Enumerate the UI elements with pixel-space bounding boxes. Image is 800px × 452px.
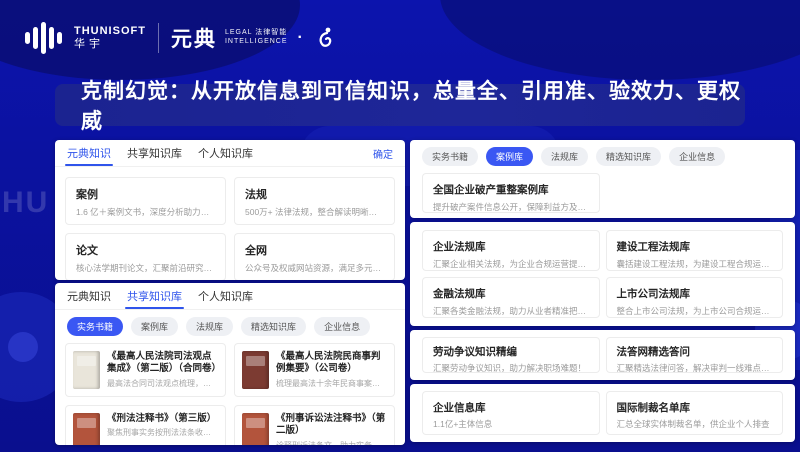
library-card-sanctions-list[interactable]: 国际制裁名单库 汇总全球实体制裁名单，供企业个人排查 [605, 391, 783, 435]
card-desc: 汇聚各类金融法规，助力从业者精准把握行业规范 [433, 306, 589, 316]
card-title: 劳动争议知识精编 [433, 346, 517, 358]
background-circle [8, 332, 38, 362]
product-tagline-1: LEGAL 法律智能 [224, 29, 288, 37]
card-title: 国际制裁名单库 [616, 402, 691, 414]
book-desc: 聚焦刑事实务按刑法法条收录相关文件及释疑 [107, 428, 218, 438]
product-name: 元典 [170, 28, 217, 51]
book-cover [73, 413, 100, 445]
pill-practice-books[interactable]: 实务书籍 [422, 147, 479, 166]
brand-name-cn: 华宇 [74, 38, 104, 50]
header: THUNISOFT 华宇 元典 LEGAL 法律智能 INTELLIGENCE … [25, 16, 335, 60]
mascot-icon [319, 27, 332, 47]
card-title: 法答网精选答问 [616, 346, 691, 358]
pill-regulation-library[interactable]: 法规库 [541, 147, 589, 166]
tab-yuandian-knowledge[interactable]: 元典知识 [67, 283, 111, 309]
card-title: 金融法规库 [433, 288, 486, 300]
library-card-fadawang-qa[interactable]: 法答网精选答问 汇聚精选法律问答，解决审判一线难点疑点问题！ [605, 337, 783, 373]
tab-personal-knowledge[interactable]: 个人知识库 [198, 140, 253, 166]
card-desc: 汇聚劳动争议知识，助力解决职场难题！ [433, 363, 587, 373]
card-desc: 汇聚精选法律问答，解决审判一线难点疑点问题！ [616, 363, 773, 373]
card-title: 案例 [76, 189, 98, 201]
tab-shared-knowledge[interactable]: 共享知识库 [127, 140, 182, 166]
book-cover [242, 413, 269, 445]
category-pills: 实务书籍 案例库 法规库 精选知识库 企业信息 [410, 140, 795, 171]
book-card[interactable]: 《刑法注释书》（第三版） 聚焦刑事实务按刑法法条收录相关文件及释疑 [65, 405, 226, 445]
card-title: 建设工程法规库 [616, 241, 691, 253]
case-library-panel: 实务书籍 案例库 法规库 精选知识库 企业信息 全国企业破产重整案例库 提升破产… [410, 140, 795, 218]
book-desc: 最高法合同司法观点梳理，权威素材提炼规… [107, 378, 218, 388]
book-cover [242, 351, 269, 389]
book-title: 《最高人民法院司法观点集成》（第二版）（合同卷） [107, 351, 222, 375]
library-card-enterprise-info[interactable]: 企业信息库 1.1亿+主体信息 [422, 391, 600, 435]
pill-case-library[interactable]: 案例库 [486, 147, 534, 166]
library-card-construction-reg[interactable]: 建设工程法规库 囊括建设工程法规，为建设工程合规运作护航 [605, 230, 783, 271]
book-desc: 诠释刑诉法条文，助力实务人士准确适用 [276, 440, 387, 445]
card-desc: 500万+ 法律法规，整合解读明晰适用要点 [245, 207, 384, 217]
slide: HU THUNISOFT 华宇 元典 LEGAL 法律智能 INTELLIGEN… [0, 0, 800, 452]
enterprise-info-panel: 企业信息库 1.1亿+主体信息 国际制裁名单库 汇总全球实体制裁名单，供企业个人… [410, 384, 795, 442]
card-desc: 1.1亿+主体信息 [433, 419, 493, 429]
tab-shared-knowledge[interactable]: 共享知识库 [125, 283, 184, 309]
slide-title-bar: 克制幻觉：从开放信息到可信知识，总量全、引用准、验效力、更权威 [55, 80, 745, 133]
shared-knowledge-panel: 元典知识 共享知识库 个人知识库 实务书籍 案例库 法规库 精选知识库 企业信息… [55, 283, 405, 445]
tab-yuandian-knowledge[interactable]: 元典知识 [65, 140, 113, 166]
card-desc: 汇聚企业相关法规，为企业合规运营提供有力支持 [433, 259, 589, 269]
yuandian-knowledge-panel: 元典知识 共享知识库 个人知识库 确定 案例 1.6 亿＋案例文书，深度分析助力… [55, 140, 405, 280]
card-desc: 提升破产案件信息公开，保障利益方及时获取 [433, 202, 589, 212]
knowledge-tabs: 元典知识 共享知识库 个人知识库 [55, 283, 405, 310]
book-title: 《刑事诉讼法注释书》（第二版） [276, 413, 386, 437]
book-cover [73, 351, 100, 389]
book-title: 《最高人民法院民商事判例集要》（公司卷） [276, 351, 381, 375]
card-title: 全网 [245, 245, 267, 257]
pill-selected-knowledge[interactable]: 精选知识库 [241, 317, 307, 336]
card-title: 上市公司法规库 [616, 288, 691, 300]
card-desc: 公众号及权威网站资源，满足多元信息需求 [245, 263, 384, 273]
card-desc: 核心法学期刊论文，汇聚前沿研究观点 [76, 263, 215, 273]
divider [157, 23, 159, 53]
selected-knowledge-panel: 劳动争议知识精编 汇聚劳动争议知识，助力解决职场难题！ 法答网精选答问 汇聚精选… [410, 330, 795, 380]
card-title: 论文 [76, 245, 98, 257]
card-title: 企业法规库 [433, 241, 486, 253]
pill-regulation-library[interactable]: 法规库 [186, 317, 234, 336]
slide-title: 克制幻觉：从开放信息到可信知识，总量全、引用准、验效力、更权威 [81, 80, 741, 133]
book-card[interactable]: 《刑事诉讼法注释书》（第二版） 诠释刑诉法条文，助力实务人士准确适用 [234, 405, 395, 445]
library-card-enterprise-reg[interactable]: 企业法规库 汇聚企业相关法规，为企业合规运营提供有力支持 [422, 230, 600, 271]
library-card-labor-dispute[interactable]: 劳动争议知识精编 汇聚劳动争议知识，助力解决职场难题！ [422, 337, 600, 373]
regulation-library-panel: 企业法规库 汇聚企业相关法规，为企业合规运营提供有力支持 建设工程法规库 囊括建… [410, 222, 795, 326]
library-card-listed-company-reg[interactable]: 上市公司法规库 整合上市公司法规，为上市公司合规运营把关 [605, 277, 783, 318]
card-title: 企业信息库 [433, 402, 486, 414]
confirm-button[interactable]: 确定 [373, 140, 393, 166]
card-title: 全国企业破产重整案例库 [433, 184, 549, 196]
dot-separator: · [297, 29, 303, 46]
pill-case-library[interactable]: 案例库 [131, 317, 179, 336]
brand-name: THUNISOFT [74, 25, 146, 38]
card-desc: 汇总全球实体制裁名单，供企业个人排查 [616, 419, 770, 429]
tab-personal-knowledge[interactable]: 个人知识库 [198, 283, 253, 309]
library-card-finance-reg[interactable]: 金融法规库 汇聚各类金融法规，助力从业者精准把握行业规范 [422, 277, 600, 318]
card-desc: 囊括建设工程法规，为建设工程合规运作护航 [616, 259, 773, 269]
pill-practice-books[interactable]: 实务书籍 [67, 317, 124, 336]
book-desc: 梳理最高法十余年民商事案例，提炼类案标准 [276, 378, 387, 388]
knowledge-tabs: 元典知识 共享知识库 个人知识库 确定 [55, 140, 405, 167]
category-pills: 实务书籍 案例库 法规库 精选知识库 企业信息 [55, 310, 405, 341]
book-card[interactable]: 《最高人民法院司法观点集成》（第二版）（合同卷） 最高法合同司法观点梳理，权威素… [65, 343, 226, 397]
source-card-web[interactable]: 全网 公众号及权威网站资源，满足多元信息需求 [234, 233, 395, 280]
thunisoft-logo-icon [25, 21, 62, 55]
product-tagline-2: INTELLIGENCE [224, 38, 288, 45]
source-card-papers[interactable]: 论文 核心法学期刊论文，汇聚前沿研究观点 [65, 233, 226, 280]
card-title: 法规 [245, 189, 267, 201]
card-desc: 1.6 亿＋案例文书，深度分析助力实务研判 [76, 207, 215, 217]
background-letters: HU [2, 186, 50, 219]
source-card-cases[interactable]: 案例 1.6 亿＋案例文书，深度分析助力实务研判 [65, 177, 226, 225]
card-desc: 整合上市公司法规，为上市公司合规运营把关 [616, 306, 773, 316]
book-card[interactable]: 《最高人民法院民商事判例集要》（公司卷） 梳理最高法十余年民商事案例，提炼类案标… [234, 343, 395, 397]
book-title: 《刑法注释书》（第三版） [107, 413, 217, 424]
pill-selected-knowledge[interactable]: 精选知识库 [596, 147, 662, 166]
background-blob [440, 0, 800, 80]
library-card-bankruptcy[interactable]: 全国企业破产重整案例库 提升破产案件信息公开，保障利益方及时获取 [422, 173, 600, 213]
pill-enterprise-info[interactable]: 企业信息 [314, 317, 371, 336]
source-card-regulations[interactable]: 法规 500万+ 法律法规，整合解读明晰适用要点 [234, 177, 395, 225]
pill-enterprise-info[interactable]: 企业信息 [669, 147, 726, 166]
